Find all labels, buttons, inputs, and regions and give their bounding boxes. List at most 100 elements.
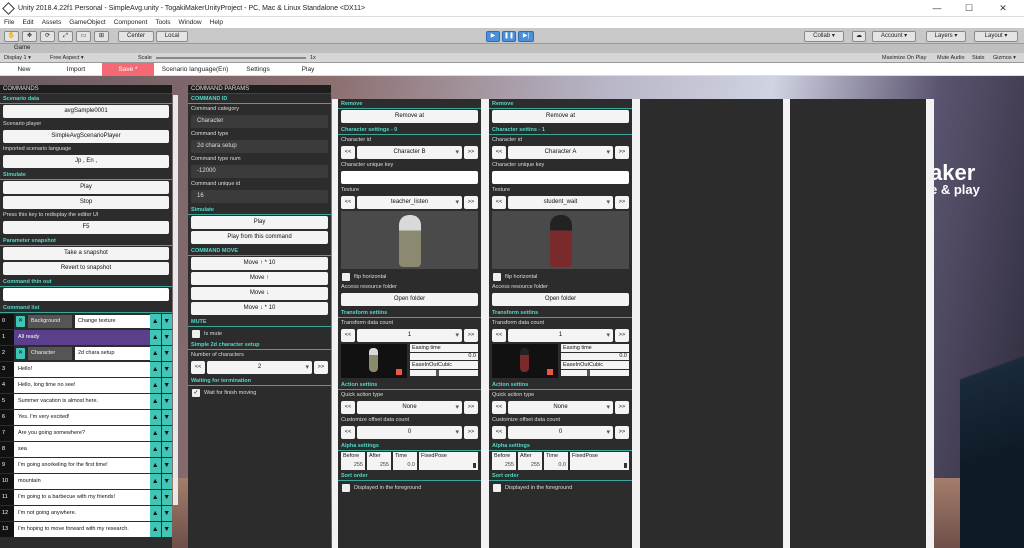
list-item[interactable]: 0 ✕ Background Change texture ▲ ▼: [0, 314, 172, 329]
command-text[interactable]: Are you going somewhere?: [14, 426, 150, 441]
move-up-icon[interactable]: ▲: [150, 314, 161, 329]
character-id-dropdown[interactable]: Character B ▾: [357, 146, 462, 159]
offset-count-dropdown[interactable]: 0 ▾: [357, 426, 462, 439]
transform-count-dropdown[interactable]: 1 ▾: [508, 329, 613, 342]
delete-command-button[interactable]: ✕: [16, 316, 25, 327]
tab-settings[interactable]: Settings: [236, 63, 280, 76]
hand-tool-icon[interactable]: ✋: [4, 31, 19, 42]
command-text[interactable]: Summer vacation is almost here.: [14, 394, 150, 409]
list-item[interactable]: 8 sea ▲ ▼: [0, 442, 172, 457]
command-text[interactable]: I'm not going anywhere.: [14, 506, 150, 521]
remove-at-button[interactable]: Remove at: [492, 110, 629, 123]
command-text[interactable]: mountain: [14, 474, 150, 489]
slider-handle[interactable]: [587, 370, 590, 376]
list-item[interactable]: 4 Hello, long time no see! ▲ ▼: [0, 378, 172, 393]
offset-next-button[interactable]: >>: [464, 426, 478, 439]
list-item[interactable]: 1 All ready ▲ ▼: [0, 330, 172, 345]
character-unique-key-input[interactable]: [341, 171, 478, 184]
number-of-characters-dropdown[interactable]: 2 ▾: [207, 361, 312, 374]
pivot-center-button[interactable]: Center: [118, 31, 154, 42]
easing-time-value[interactable]: 0.0: [410, 353, 478, 360]
menu-file[interactable]: File: [4, 17, 14, 28]
command-text[interactable]: Hello, long time no see!: [14, 378, 150, 393]
move-down-icon[interactable]: ▼: [161, 426, 172, 441]
move-down-icon[interactable]: ▼: [161, 362, 172, 377]
redisplay-key-button[interactable]: F5: [3, 221, 169, 234]
tab-play[interactable]: Play: [288, 63, 328, 76]
stats-button[interactable]: Stats: [972, 53, 985, 63]
tab-scenario-language[interactable]: Scenario language(En): [155, 63, 235, 76]
scale-tool-icon[interactable]: ⤢: [58, 31, 73, 42]
move-tool-icon[interactable]: ✥: [22, 31, 37, 42]
texture-prev-button[interactable]: <<: [341, 196, 355, 209]
texture-next-button[interactable]: >>: [464, 196, 478, 209]
character-id-dropdown[interactable]: Character A ▾: [508, 146, 613, 159]
stop-simulate-button[interactable]: Stop: [3, 196, 169, 209]
move-up-icon[interactable]: ▲: [150, 442, 161, 457]
fixed-pose-handle[interactable]: [473, 463, 476, 468]
command-text[interactable]: I'm going to a barbecue with my friends!: [14, 490, 150, 505]
mute-audio-button[interactable]: Mute Audio: [937, 53, 965, 63]
transform-tool-icon[interactable]: ⊞: [94, 31, 109, 42]
easing-function-label[interactable]: EaseInOutCubic: [561, 361, 629, 369]
menu-help[interactable]: Help: [210, 17, 223, 28]
foreground-row[interactable]: Displayed in the foreground: [489, 482, 632, 494]
move-down-icon[interactable]: ▼: [161, 314, 172, 329]
command-text[interactable]: Hello!: [14, 362, 150, 377]
layers-button[interactable]: Layers ▾: [926, 31, 966, 42]
quick-prev-button[interactable]: <<: [341, 401, 355, 414]
command-text[interactable]: I'm going snorkeling for the first time!: [14, 458, 150, 473]
move-up-icon[interactable]: ▲: [150, 394, 161, 409]
move-down-icon[interactable]: ▼: [161, 442, 172, 457]
character-unique-key-input[interactable]: [492, 171, 629, 184]
list-item[interactable]: 10 mountain ▲ ▼: [0, 474, 172, 489]
command-text[interactable]: sea: [14, 442, 150, 457]
display-dropdown[interactable]: Display 1 ▾: [4, 53, 31, 63]
scale-slider[interactable]: [156, 57, 306, 59]
list-item[interactable]: 6 Yes. I'm very excited! ▲ ▼: [0, 410, 172, 425]
slider-handle[interactable]: [436, 370, 439, 376]
is-mute-row[interactable]: Is mute: [188, 328, 331, 340]
account-button[interactable]: Account ▾: [872, 31, 916, 42]
move-up-icon[interactable]: ▲: [150, 362, 161, 377]
tab-import[interactable]: Import: [50, 63, 102, 76]
collab-button[interactable]: Collab ▾: [804, 31, 844, 42]
fixed-pose-slider[interactable]: [419, 461, 478, 470]
list-item[interactable]: 12 I'm not going anywhere. ▲ ▼: [0, 506, 172, 521]
move-down-icon[interactable]: ▼: [161, 506, 172, 521]
command-text[interactable]: All ready: [14, 330, 150, 345]
transform-prev-button[interactable]: <<: [341, 329, 355, 342]
pause-button[interactable]: ❚❚: [502, 31, 516, 42]
menu-window[interactable]: Window: [179, 17, 202, 28]
move-up-icon[interactable]: ▲: [150, 378, 161, 393]
easing-slider[interactable]: [410, 370, 478, 376]
character-prev-button[interactable]: <<: [341, 146, 355, 159]
alpha-after[interactable]: After 255: [518, 452, 542, 470]
params-play-button[interactable]: Play: [191, 216, 328, 229]
menu-component[interactable]: Component: [114, 17, 148, 28]
chars-prev-button[interactable]: <<: [191, 361, 205, 374]
thin-out-input[interactable]: [3, 288, 169, 301]
quick-next-button[interactable]: >>: [615, 401, 629, 414]
quick-prev-button[interactable]: <<: [492, 401, 506, 414]
alpha-time[interactable]: Time 0.0: [393, 452, 417, 470]
play-button[interactable]: ▶: [486, 31, 500, 42]
scenario-data-button[interactable]: avgSample0001: [3, 105, 169, 118]
fixed-pose-handle[interactable]: [624, 463, 627, 468]
move-down-10-button[interactable]: Move ↓ * 10: [191, 302, 328, 315]
easing-time-value[interactable]: 0.0: [561, 353, 629, 360]
character-next-button[interactable]: >>: [615, 146, 629, 159]
move-down-icon[interactable]: ▼: [161, 474, 172, 489]
transform-next-button[interactable]: >>: [615, 329, 629, 342]
offset-prev-button[interactable]: <<: [341, 426, 355, 439]
move-up-button[interactable]: Move ↑: [191, 272, 328, 285]
move-up-10-button[interactable]: Move ↑ * 10: [191, 257, 328, 270]
move-up-icon[interactable]: ▲: [150, 522, 161, 537]
rotate-tool-icon[interactable]: ⟳: [40, 31, 55, 42]
cloud-icon[interactable]: ☁: [852, 31, 866, 42]
commands-scrollbar[interactable]: [173, 95, 178, 505]
quick-next-button[interactable]: >>: [464, 401, 478, 414]
flip-row[interactable]: flip horizontal: [338, 271, 481, 283]
list-item[interactable]: 2 ✕ Character 2d chara setup ▲ ▼: [0, 346, 172, 361]
menu-assets[interactable]: Assets: [42, 17, 62, 28]
